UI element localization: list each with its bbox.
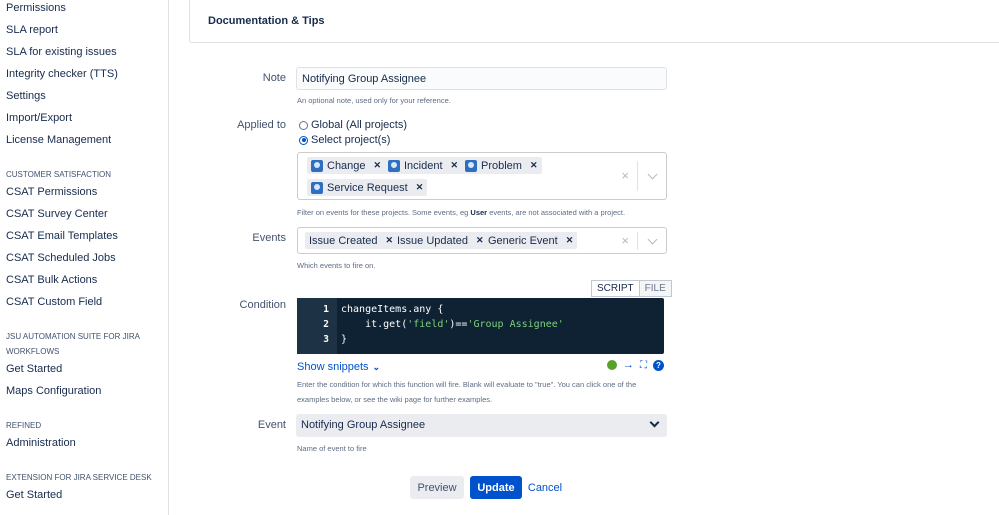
line-number: 3 — [323, 334, 329, 345]
chevron-down-icon[interactable] — [647, 234, 658, 245]
event-chip-issue-created: Issue Created ✕ — [305, 232, 398, 249]
project-icon — [311, 159, 323, 172]
condition-help-line1: Enter the condition for which this funct… — [297, 380, 637, 389]
radio-global-label: Global (All projects) — [311, 119, 407, 131]
code-line: it.get('field')=='Group Assignee' — [341, 319, 564, 330]
remove-chip-icon[interactable]: ✕ — [530, 160, 538, 171]
event-chip-issue-updated: Issue Updated ✕ — [393, 232, 488, 249]
chevron-down-icon — [649, 417, 660, 428]
sidebar-item-csat-email-templates[interactable]: CSAT Email Templates — [6, 230, 118, 242]
remove-chip-icon[interactable]: ✕ — [374, 160, 382, 171]
radio-global[interactable]: Global (All projects) — [299, 119, 407, 131]
project-chip-change: Change ✕ — [307, 157, 386, 174]
tab-file[interactable]: FILE — [639, 280, 672, 297]
remove-chip-icon[interactable]: ✕ — [416, 182, 424, 193]
sidebar-item-integrity-checker[interactable]: Integrity checker (TTS) — [6, 68, 118, 80]
remove-chip-icon[interactable]: ✕ — [476, 235, 484, 246]
sidebar-item-extension-get-started[interactable]: Get Started — [6, 489, 62, 501]
sidebar-heading-refined: REFINED — [6, 421, 42, 430]
sidebar-item-csat-permissions[interactable]: CSAT Permissions — [6, 186, 97, 198]
code-line: } — [341, 334, 348, 345]
status-ok-icon — [607, 360, 617, 370]
project-icon — [465, 159, 477, 172]
show-snippets-link[interactable]: Show snippets ⌄ — [297, 361, 380, 373]
divider — [637, 161, 638, 191]
line-number: 1 — [323, 304, 329, 315]
radio-select-projects[interactable]: Select project(s) — [299, 134, 390, 146]
sidebar-item-jsu-get-started[interactable]: Get Started — [6, 363, 62, 375]
sidebar-item-csat-survey-center[interactable]: CSAT Survey Center — [6, 208, 108, 220]
note-help: An optional note, used only for your ref… — [297, 96, 451, 105]
cancel-link[interactable]: Cancel — [527, 476, 563, 499]
note-input[interactable]: Notifying Group Assignee — [296, 67, 667, 90]
divider — [637, 232, 638, 250]
radio-select-projects-label: Select project(s) — [311, 134, 391, 146]
line-number: 2 — [323, 319, 329, 330]
line-number-gutter: 1 2 3 — [297, 298, 337, 354]
sidebar-heading-jsu-automation: JSU AUTOMATION SUITE FOR JIRA WORKFLOWS — [6, 332, 140, 356]
documentation-panel[interactable]: Documentation & Tips — [189, 0, 999, 43]
sidebar-heading-extension-service-desk: EXTENSION FOR JIRA SERVICE DESK — [6, 473, 152, 482]
clear-projects-icon[interactable]: × — [621, 168, 629, 183]
panel-title: Documentation & Tips — [208, 15, 325, 27]
events-help: Which events to fire on. — [297, 261, 376, 270]
sidebar-item-import-export[interactable]: Import/Export — [6, 112, 72, 124]
admin-sidebar: Permissions SLA report SLA for existing … — [0, 0, 169, 515]
chevron-down-icon[interactable] — [647, 169, 658, 180]
remove-chip-icon[interactable]: ✕ — [566, 235, 574, 246]
run-arrow-icon[interactable]: → — [623, 359, 634, 371]
sidebar-item-administration[interactable]: Administration — [6, 437, 76, 449]
remove-chip-icon[interactable]: ✕ — [451, 160, 459, 171]
sidebar-item-sla-existing-issues[interactable]: SLA for existing issues — [6, 46, 117, 58]
sidebar-heading-customer-satisfaction: CUSTOMER SATISFACTION — [6, 170, 112, 179]
editor-toolbar: → ⛶ ? — [607, 359, 664, 371]
radio-global-control[interactable] — [299, 120, 308, 130]
clear-events-icon[interactable]: × — [621, 233, 629, 248]
projects-help: Filter on events for these projects. Som… — [297, 208, 626, 217]
preview-button[interactable]: Preview — [410, 476, 464, 499]
sidebar-item-settings[interactable]: Settings — [6, 90, 46, 102]
tab-script[interactable]: SCRIPT — [591, 280, 640, 297]
applied-to-label: Applied to — [237, 119, 286, 131]
condition-help-line2: examples below, or see the wiki page for… — [297, 395, 493, 404]
sidebar-item-csat-bulk-actions[interactable]: CSAT Bulk Actions — [6, 274, 97, 286]
condition-code-editor[interactable]: 1 2 3 changeItems.any { it.get('field')=… — [297, 298, 664, 354]
event-help: Name of event to fire — [297, 444, 367, 453]
double-chevron-down-icon: ⌄ — [372, 361, 381, 372]
note-label: Note — [262, 72, 286, 84]
project-icon — [388, 159, 400, 172]
sidebar-item-csat-custom-field[interactable]: CSAT Custom Field — [6, 296, 102, 308]
events-label: Events — [252, 232, 286, 244]
project-chip-incident: Incident ✕ — [384, 157, 463, 174]
update-button[interactable]: Update — [470, 476, 522, 499]
help-icon[interactable]: ? — [653, 359, 664, 371]
projects-multiselect[interactable]: Change ✕ Incident ✕ Problem ✕ Service Re… — [297, 152, 667, 200]
code-line: changeItems.any { — [341, 304, 444, 315]
sidebar-item-permissions[interactable]: Permissions — [6, 2, 66, 14]
sidebar-item-sla-report[interactable]: SLA report — [6, 24, 58, 36]
radio-select-projects-control[interactable] — [299, 135, 308, 145]
condition-label: Condition — [239, 299, 286, 311]
sidebar-item-maps-configuration[interactable]: Maps Configuration — [6, 385, 101, 397]
remove-chip-icon[interactable]: ✕ — [385, 235, 393, 246]
project-icon — [311, 181, 323, 194]
condition-tabs: SCRIPT FILE — [591, 280, 672, 297]
event-chip-generic-event: Generic Event ✕ — [484, 232, 578, 249]
sidebar-item-license-management[interactable]: License Management — [6, 134, 111, 146]
project-chip-service-request: Service Request ✕ — [307, 179, 428, 196]
events-multiselect[interactable]: Issue Created ✕ Issue Updated ✕ Generic Ev… — [297, 227, 667, 254]
event-select[interactable]: Notifying Group Assignee — [296, 414, 667, 437]
fullscreen-icon[interactable]: ⛶ — [640, 360, 647, 371]
event-label: Event — [257, 419, 286, 431]
sidebar-item-csat-scheduled-jobs[interactable]: CSAT Scheduled Jobs — [6, 252, 116, 264]
project-chip-problem: Problem ✕ — [461, 157, 542, 174]
